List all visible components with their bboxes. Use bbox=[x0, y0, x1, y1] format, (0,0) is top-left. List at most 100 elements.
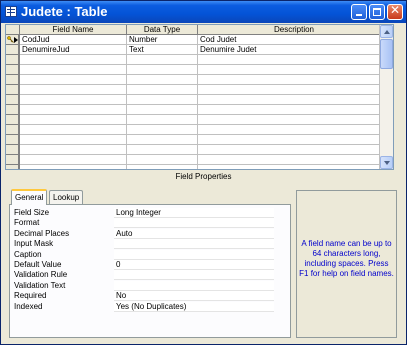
field-name-cell[interactable] bbox=[20, 115, 127, 125]
property-value-field[interactable] bbox=[114, 218, 274, 229]
row-selector[interactable] bbox=[6, 105, 19, 115]
table-row[interactable] bbox=[6, 105, 391, 115]
description-cell[interactable]: Denumire Judet bbox=[198, 45, 391, 55]
data-type-cell[interactable] bbox=[127, 55, 198, 65]
row-selector[interactable] bbox=[6, 65, 19, 75]
data-type-cell[interactable] bbox=[127, 125, 198, 135]
field-name-cell[interactable]: DenumireJud bbox=[20, 45, 127, 55]
property-value-field[interactable] bbox=[114, 280, 274, 291]
field-name-cell[interactable] bbox=[20, 55, 127, 65]
help-panel: A field name can be up to 64 characters … bbox=[296, 190, 397, 338]
property-value-field[interactable]: 0 bbox=[114, 260, 274, 270]
scroll-up-button[interactable] bbox=[380, 25, 393, 38]
title-bar[interactable]: Judete : Table ✕ bbox=[1, 1, 406, 23]
table-row[interactable] bbox=[6, 165, 391, 169]
property-value-field[interactable]: Yes (No Duplicates) bbox=[114, 301, 274, 312]
property-value-field[interactable] bbox=[114, 239, 274, 250]
maximize-button[interactable] bbox=[369, 4, 385, 20]
scroll-down-button[interactable] bbox=[380, 156, 393, 169]
description-cell[interactable] bbox=[198, 105, 391, 115]
field-name-cell[interactable] bbox=[20, 95, 127, 105]
field-name-cell[interactable]: CodJud bbox=[20, 35, 127, 45]
field-name-cell[interactable] bbox=[20, 135, 127, 145]
description-cell[interactable] bbox=[198, 65, 391, 75]
field-name-cell[interactable] bbox=[20, 75, 127, 85]
field-name-cell[interactable] bbox=[20, 105, 127, 115]
table-row[interactable] bbox=[6, 125, 391, 135]
table-row[interactable] bbox=[6, 155, 391, 165]
table-row[interactable] bbox=[6, 75, 391, 85]
field-name-cell[interactable] bbox=[20, 145, 127, 155]
row-selector[interactable] bbox=[6, 75, 19, 85]
property-name: Caption bbox=[14, 249, 42, 259]
row-selector[interactable] bbox=[6, 35, 19, 45]
table-row[interactable] bbox=[6, 65, 391, 75]
grid-vertical-scrollbar[interactable] bbox=[379, 25, 393, 169]
table-row[interactable]: CodJud Number Cod Judet bbox=[6, 35, 391, 45]
description-cell[interactable] bbox=[198, 135, 391, 145]
minimize-button[interactable] bbox=[351, 4, 367, 20]
data-type-cell[interactable]: Number bbox=[127, 35, 198, 45]
data-type-cell[interactable] bbox=[127, 145, 198, 155]
data-type-cell[interactable] bbox=[127, 75, 198, 85]
row-selector[interactable] bbox=[6, 165, 19, 169]
row-selector[interactable] bbox=[6, 85, 19, 95]
data-type-cell[interactable] bbox=[127, 135, 198, 145]
row-selector[interactable] bbox=[6, 155, 19, 165]
data-type-cell[interactable] bbox=[127, 65, 198, 75]
close-button[interactable]: ✕ bbox=[387, 3, 403, 20]
row-selector[interactable] bbox=[6, 115, 19, 125]
table-row[interactable] bbox=[6, 85, 391, 95]
description-cell[interactable] bbox=[198, 155, 391, 165]
field-name-cell[interactable] bbox=[20, 65, 127, 75]
window-title: Judete : Table bbox=[21, 4, 108, 19]
description-cell[interactable] bbox=[198, 75, 391, 85]
scroll-thumb[interactable] bbox=[380, 39, 393, 69]
column-header-data-type[interactable]: Data Type bbox=[127, 25, 198, 34]
description-cell[interactable] bbox=[198, 55, 391, 65]
row-selector[interactable] bbox=[6, 95, 19, 105]
row-selector[interactable] bbox=[6, 125, 19, 135]
property-name: Field Size bbox=[14, 208, 50, 217]
row-selector[interactable] bbox=[6, 55, 19, 65]
header-selector[interactable] bbox=[6, 25, 20, 34]
description-cell[interactable] bbox=[198, 115, 391, 125]
column-header-description[interactable]: Description bbox=[198, 25, 391, 34]
data-type-cell[interactable] bbox=[127, 115, 198, 125]
description-cell[interactable] bbox=[198, 145, 391, 155]
tab-general[interactable]: General bbox=[11, 189, 48, 205]
field-name-cell[interactable] bbox=[20, 165, 127, 169]
description-cell[interactable] bbox=[198, 95, 391, 105]
column-header-field-name[interactable]: Field Name bbox=[20, 25, 127, 34]
data-type-cell[interactable] bbox=[127, 155, 198, 165]
property-value-field[interactable]: Auto bbox=[114, 228, 274, 239]
property-value-field[interactable] bbox=[114, 270, 274, 281]
property-value-field[interactable] bbox=[114, 249, 274, 260]
row-selector[interactable] bbox=[6, 135, 19, 145]
data-type-cell[interactable]: Text bbox=[127, 45, 198, 55]
data-type-cell[interactable] bbox=[127, 95, 198, 105]
property-value-field[interactable]: No bbox=[114, 291, 274, 302]
row-selector[interactable] bbox=[6, 45, 19, 55]
field-name-cell[interactable] bbox=[20, 155, 127, 165]
tab-lookup[interactable]: Lookup bbox=[49, 190, 84, 204]
description-cell[interactable]: Cod Judet bbox=[198, 35, 391, 45]
row-selector[interactable] bbox=[6, 145, 19, 155]
data-type-cell[interactable] bbox=[127, 105, 198, 115]
table-row[interactable] bbox=[6, 145, 391, 155]
data-type-cell[interactable] bbox=[127, 85, 198, 95]
property-name: Indexed bbox=[14, 301, 43, 311]
description-cell[interactable] bbox=[198, 165, 391, 169]
table-row[interactable] bbox=[6, 135, 391, 145]
field-name-cell[interactable] bbox=[20, 85, 127, 95]
maximize-icon bbox=[373, 8, 381, 16]
table-row[interactable] bbox=[6, 55, 391, 65]
data-type-cell[interactable] bbox=[127, 165, 198, 169]
description-cell[interactable] bbox=[198, 125, 391, 135]
table-row[interactable] bbox=[6, 115, 391, 125]
description-cell[interactable] bbox=[198, 85, 391, 95]
table-row[interactable] bbox=[6, 95, 391, 105]
field-name-cell[interactable] bbox=[20, 125, 127, 135]
property-value-field[interactable]: Long Integer bbox=[114, 208, 274, 218]
table-row[interactable]: DenumireJud Text Denumire Judet bbox=[6, 45, 391, 55]
